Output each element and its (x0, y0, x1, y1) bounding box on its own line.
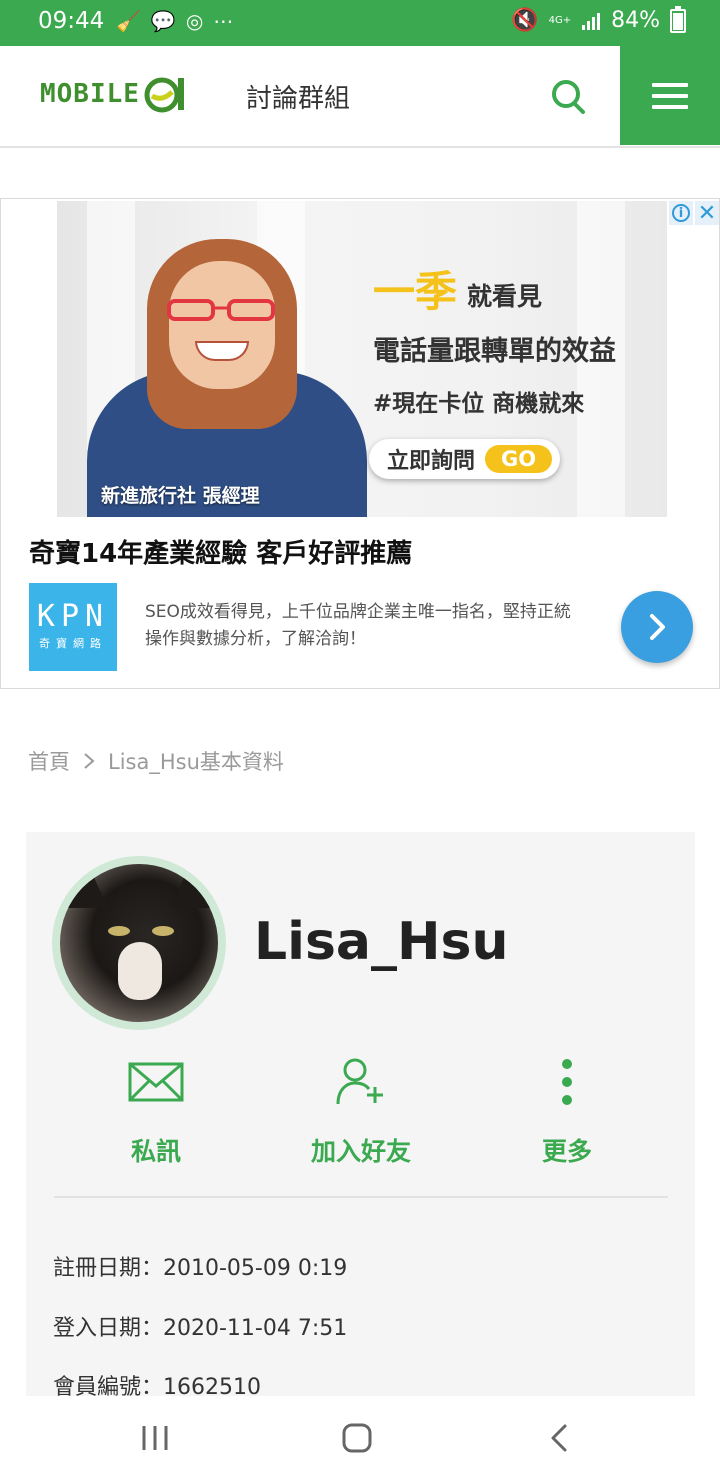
register-date: 註冊日期：2010-05-09 0:19 (53, 1256, 348, 1281)
mute-icon: 🔇 (511, 8, 539, 33)
message-icon: 💬 (150, 9, 176, 33)
recent-apps-icon[interactable] (140, 1424, 170, 1452)
status-time: 09:44 (38, 8, 105, 34)
ad-caption: 新進旅行社 張經理 (101, 485, 260, 507)
avatar-image (60, 864, 218, 1022)
signal-icon (582, 12, 601, 30)
home-icon[interactable] (342, 1423, 372, 1453)
status-bar: 09:44 🧹 💬 ◎ ⋯ 🔇 4G+ 84% (0, 0, 720, 46)
divider (54, 1196, 668, 1198)
advertisement[interactable]: 新進旅行社 張經理 一季 就看見 電話量跟轉單的效益 #現在卡位 商機就來 立即… (0, 198, 720, 689)
ad-info-icon[interactable]: i (669, 201, 693, 225)
ad-slogan-line2: 電話量跟轉單的效益 (373, 336, 616, 367)
menu-button[interactable] (620, 46, 720, 145)
logo-text: MOBILE (40, 79, 140, 109)
ad-glasses (167, 299, 275, 321)
hamburger-icon (652, 76, 688, 116)
site-header: MOBILE 討論群組 (0, 46, 720, 148)
section-title: 討論群組 (246, 84, 351, 114)
breadcrumb: 首頁 Lisa_Hsu基本資料 (28, 746, 284, 776)
system-icons: 🔇 4G+ 84% (511, 5, 686, 33)
message-button[interactable]: 私訊 (66, 1054, 246, 1168)
profile-username: Lisa_Hsu (254, 912, 509, 972)
avatar[interactable] (52, 856, 226, 1030)
ad-slogan-small: 就看見 (467, 282, 543, 311)
battery-percent: 84% (611, 8, 660, 33)
login-date: 登入日期：2020-11-04 7:51 (53, 1316, 348, 1341)
add-friend-button[interactable]: 加入好友 (271, 1054, 451, 1168)
ad-next-button[interactable] (621, 591, 693, 663)
ad-close-icon[interactable]: ✕ (695, 201, 719, 226)
notification-icons: 🧹 💬 ◎ ⋯ (116, 9, 233, 33)
more-vertical-icon (562, 1059, 572, 1105)
ad-cta-label: 立即詢問 (387, 449, 476, 474)
sync-icon: ◎ (185, 9, 204, 33)
ad-slogan-big: 一季 (373, 267, 458, 316)
ad-go-badge: GO (485, 445, 553, 473)
message-label: 私訊 (130, 1137, 181, 1166)
kpn-logo-text: KPN (36, 599, 110, 634)
mail-icon (128, 1062, 184, 1102)
chevron-right-icon (650, 614, 665, 640)
add-friend-label: 加入好友 (310, 1137, 411, 1166)
ad-description: SEO成效看得見，上千位品牌企業主唯一指名，堅持正統操作與數據分析，了解洽詢！ (145, 602, 571, 649)
chevron-right-icon (84, 753, 95, 769)
logo-mark-icon (144, 77, 184, 113)
more-dots-icon: ⋯ (213, 9, 234, 33)
add-user-icon (336, 1058, 383, 1105)
profile-card: Lisa_Hsu 私訊 加入好友 更多 註冊日期：2010-05-09 0:19… (26, 832, 695, 1402)
ad-advertiser-logo[interactable]: KPN 奇寶網路 (29, 583, 117, 671)
kpn-logo-subtext: 奇寶網路 (39, 637, 107, 650)
ad-cta-button[interactable]: 立即詢問 GO (369, 439, 561, 479)
ad-slogan-line1: 一季 就看見 (373, 271, 542, 313)
site-logo[interactable]: MOBILE (40, 74, 186, 114)
broom-icon: 🧹 (116, 9, 141, 33)
search-icon[interactable] (548, 76, 588, 116)
network-type: 4G+ (548, 14, 572, 26)
ad-banner-image[interactable]: 新進旅行社 張經理 一季 就看見 電話量跟轉單的效益 #現在卡位 商機就來 立即… (57, 201, 667, 517)
battery-icon (670, 5, 686, 33)
breadcrumb-home[interactable]: 首頁 (28, 746, 70, 776)
ad-headline[interactable]: 奇寶14年產業經驗 客戶好評推薦 (29, 533, 412, 570)
system-nav-bar (0, 1396, 720, 1480)
breadcrumb-current: Lisa_Hsu基本資料 (108, 750, 284, 774)
more-label: 更多 (541, 1137, 592, 1166)
back-icon[interactable] (548, 1423, 570, 1453)
more-button[interactable]: 更多 (477, 1054, 657, 1168)
ad-slogan-line3: #現在卡位 商機就來 (373, 391, 585, 417)
ad-person-face (169, 261, 275, 389)
